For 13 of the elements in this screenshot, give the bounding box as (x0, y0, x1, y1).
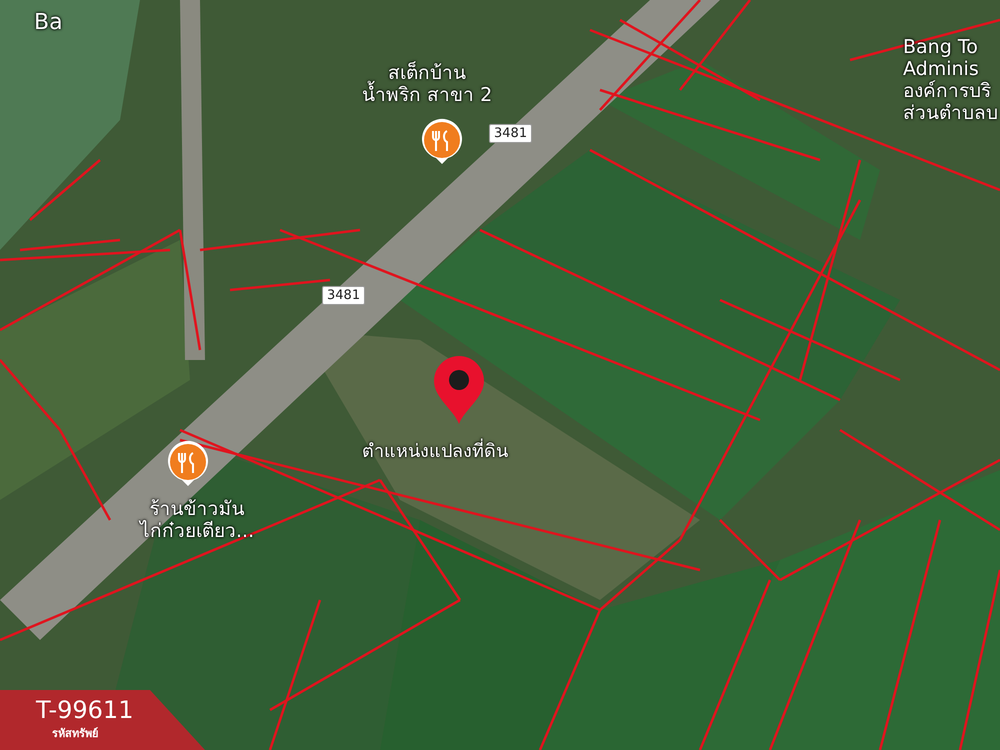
listing-code: T-99611 (36, 696, 134, 724)
road-number-marker: 3481 (489, 124, 532, 143)
listing-code-caption: รหัสทรัพย์ (52, 726, 98, 742)
location-pin-icon[interactable] (432, 354, 486, 426)
place-label[interactable]: ร้านข้าวมัน ไก่ก๋วยเตียว... (140, 498, 254, 542)
place-label[interactable]: สเต็กบ้าน น้ำพริก สาขา 2 (362, 62, 492, 106)
road-number-marker: 3481 (322, 286, 366, 305)
place-label[interactable]: Bang To Adminis องค์การบริ ส่วนตำบลบ (903, 36, 998, 124)
place-label[interactable]: Ba (34, 12, 63, 34)
satellite-map[interactable]: Ba สเต็กบ้าน น้ำพริก สาขา 2 Bang To Adminis องค์การบริ ส่วนตำบลบ ร้านข้าวมัน ไก่ก๋วยเตียว... ตำแหน่งแปลงที่ดิน 3481 3481 T-99611 รหัสทรัพย์ (0, 0, 1000, 750)
restaurant-pin-icon[interactable] (166, 440, 210, 488)
place-label[interactable]: ตำแหน่งแปลงที่ดิน (362, 436, 508, 465)
restaurant-pin-icon[interactable] (420, 118, 464, 166)
